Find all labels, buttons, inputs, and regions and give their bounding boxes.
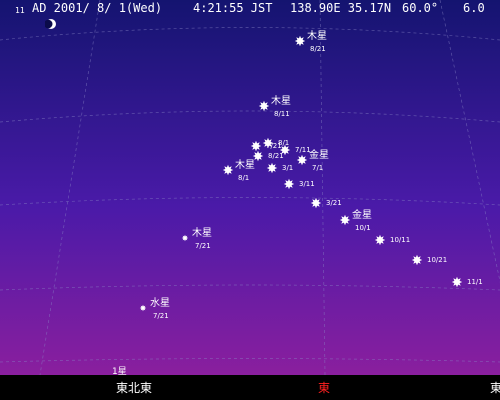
time-label: 4:21:55 JST xyxy=(193,1,273,15)
planet-date-label: 8/11 xyxy=(274,110,290,118)
planet-name-label: 水星 xyxy=(150,297,170,309)
planet-date-label: 3/1 xyxy=(282,164,293,172)
planet-date-label: 10/1 xyxy=(355,224,371,232)
planet-marker-icon xyxy=(258,100,270,112)
planet-date-label: 10/11 xyxy=(390,236,410,244)
location-label: 138.90E 35.17N xyxy=(290,1,392,15)
planet-name-label: 木星 xyxy=(271,95,291,107)
planet-date-label: 7/1 xyxy=(312,164,323,172)
planet-date-label: 10/21 xyxy=(427,256,447,264)
moon-age: 11 xyxy=(15,6,25,15)
date-label: AD 2001/ 8/ 1(Wed) xyxy=(32,1,163,15)
direction-left: 東北東 xyxy=(116,381,153,395)
planet-marker-icon xyxy=(296,154,308,166)
planet-date-label: 7/21 xyxy=(153,312,169,320)
planet-marker-icon xyxy=(250,140,262,152)
planet-marker-icon xyxy=(374,234,386,246)
planet-position[interactable]: 7/21 xyxy=(250,140,282,152)
planet-marker-icon xyxy=(451,276,463,288)
planet-marker-icon xyxy=(222,164,234,176)
planet-marker-icon xyxy=(139,304,147,312)
planet-position[interactable]: 10/21 xyxy=(411,254,447,266)
planet-marker-icon xyxy=(294,35,306,47)
sky-background xyxy=(0,0,500,375)
planet-position[interactable]: 3/11 xyxy=(283,178,315,190)
planet-date-label: 8/1 xyxy=(238,174,249,182)
planet-date-label: 7/21 xyxy=(195,242,211,250)
planet-marker-icon xyxy=(310,197,322,209)
planet-position[interactable]: 8/21 xyxy=(252,150,284,162)
planet-date-label: 11/1 xyxy=(467,278,483,286)
planet-name-label: 金星 xyxy=(352,208,372,221)
planet-position[interactable]: 3/21 xyxy=(310,197,342,209)
direction-center: 東 xyxy=(318,381,331,395)
sky-chart[interactable]: 木星8/21木星8/118/17/21 7/118/21 金星7/13/1木星8/1… xyxy=(0,0,500,375)
planet-position[interactable]: 10/11 xyxy=(374,234,410,246)
planet-name-label: 木星 xyxy=(307,30,327,42)
planet-date-label: 8/21 xyxy=(268,152,284,160)
planet-position[interactable]: 7/11 xyxy=(279,144,311,156)
planet-name-label: 木星 xyxy=(235,159,255,171)
planet-marker-icon xyxy=(283,178,295,190)
horizon-fragment-label: 1星 xyxy=(112,366,127,375)
planet-marker-icon xyxy=(266,162,278,174)
planet-date-label: 3/21 xyxy=(326,199,342,207)
fov-label: 60.0° xyxy=(402,1,439,15)
magnitude-limit: 6.0 xyxy=(463,1,485,15)
planet-position[interactable]: 11/1 xyxy=(451,276,483,288)
planet-date-label: 3/11 xyxy=(299,180,315,188)
planet-date-label: 7/21 xyxy=(266,142,282,150)
direction-right: 東 xyxy=(490,381,500,395)
planet-marker-icon xyxy=(181,234,189,242)
status-bar: 11 AD 2001/ 8/ 1(Wed) 4:21:55 JST 138.90… xyxy=(0,0,500,29)
compass-bar: 東北東 東 東 xyxy=(0,375,500,400)
planet-date-label: 8/21 xyxy=(310,45,326,53)
planet-name-label: 金星 xyxy=(309,148,329,161)
planetarium-view: 木星 8/21 木星 8/11 8/1 7/21 7/11 8/21 金星 7/1 3/1 木星 8/1… xyxy=(0,0,500,400)
planet-marker-icon xyxy=(339,214,351,226)
planet-marker-icon xyxy=(411,254,423,266)
planet-name-label: 木星 xyxy=(192,227,212,239)
